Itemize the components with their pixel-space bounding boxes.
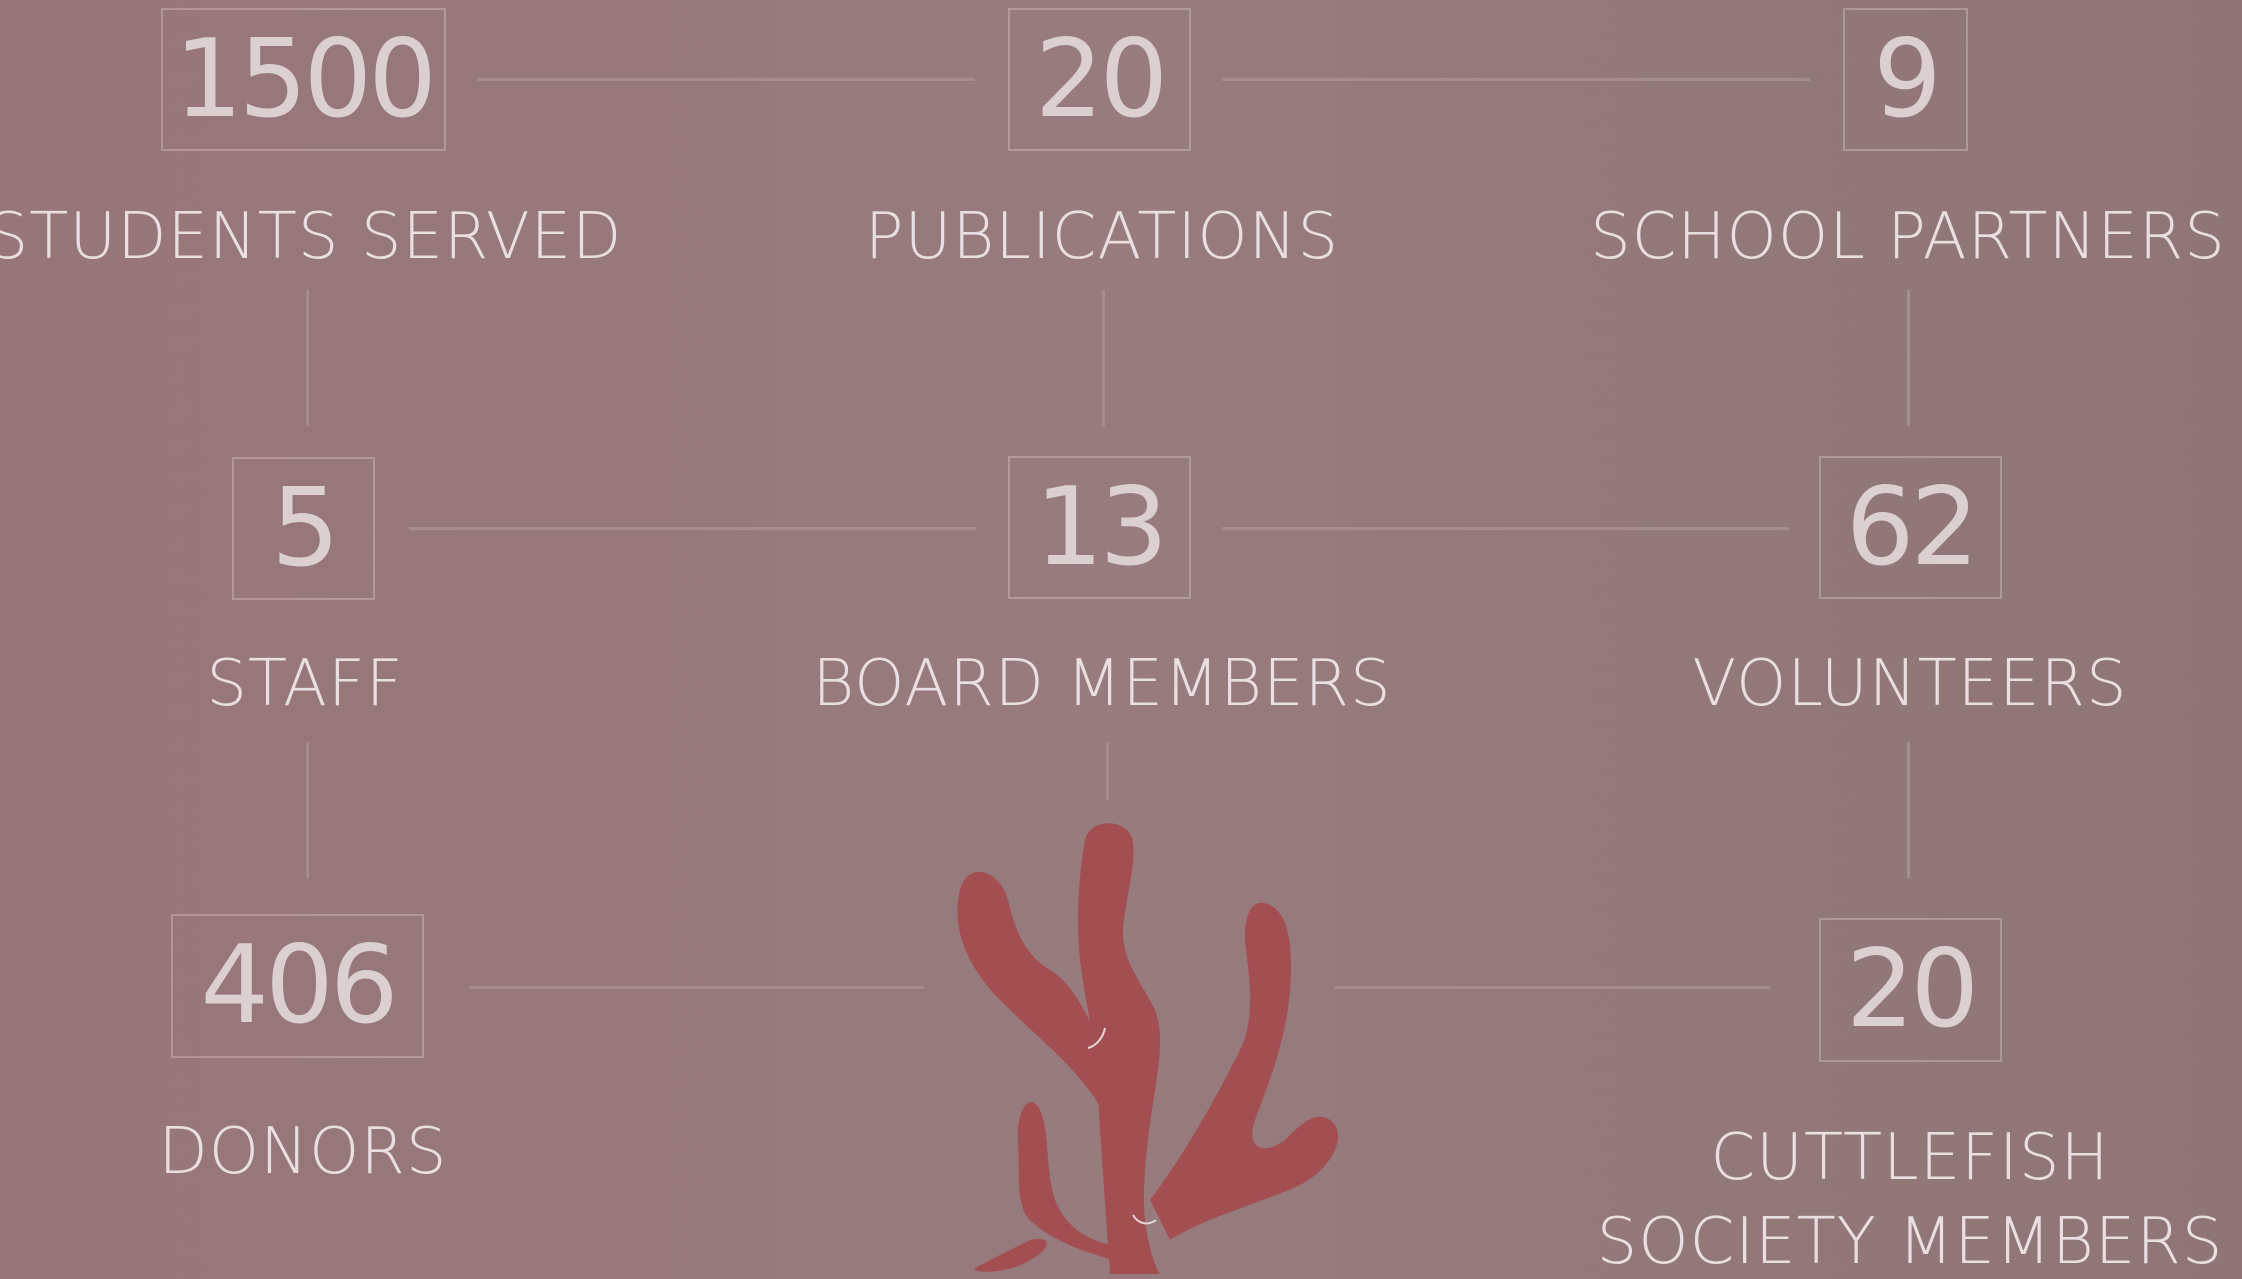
connector-line xyxy=(306,742,309,878)
stat-label-publications: Publications xyxy=(864,200,1340,274)
connector-line xyxy=(1335,986,1770,989)
stat-value-volunteers: 62 xyxy=(1819,456,2002,599)
stat-label-volunteers: Volunteers xyxy=(1692,647,2128,721)
connector-line xyxy=(1907,290,1910,426)
stat-value-students-served: 1500 xyxy=(161,8,446,151)
stat-label-society-members: Society Members xyxy=(1596,1205,2224,1279)
stat-value-donors: 406 xyxy=(171,914,424,1058)
connector-line xyxy=(306,290,309,426)
stat-label-donors: Donors xyxy=(158,1115,448,1189)
stat-label-cuttlefish: Cuttlefish xyxy=(1710,1121,2110,1195)
stat-value-school-partners: 9 xyxy=(1843,8,1968,151)
connector-line xyxy=(1222,78,1810,81)
stat-label-staff: Staff xyxy=(206,647,404,721)
connector-line xyxy=(1907,742,1910,878)
stat-value-publications: 20 xyxy=(1008,8,1191,151)
connector-line xyxy=(1106,742,1109,800)
connector-line xyxy=(1102,290,1105,426)
connector-line xyxy=(477,78,975,81)
connector-line xyxy=(409,527,976,530)
stat-label-board-members: Board Members xyxy=(812,647,1392,721)
connector-line xyxy=(469,986,924,989)
stat-value-board-members: 13 xyxy=(1008,456,1191,599)
coral-icon xyxy=(957,823,1339,1274)
stat-label-students-served: Students Served xyxy=(0,200,623,274)
stat-value-staff: 5 xyxy=(232,457,375,600)
stat-value-cuttlefish-society: 20 xyxy=(1819,918,2002,1062)
stat-label-school-partners: School Partners xyxy=(1590,200,2226,274)
connector-line xyxy=(1222,527,1789,530)
